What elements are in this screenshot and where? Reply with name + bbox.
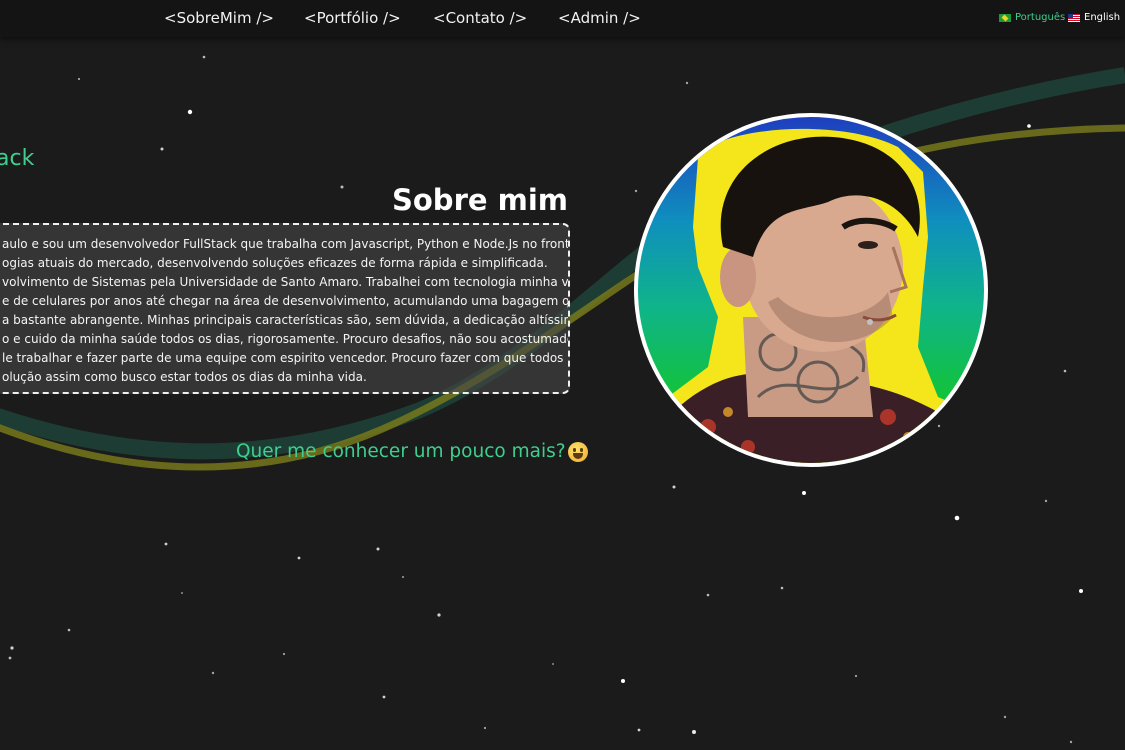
about-line: o e cuido da minha saúde todos os dias, … [2, 332, 570, 346]
profile-portrait-illustration [658, 128, 984, 463]
grinning-face-icon [567, 441, 588, 462]
about-title: Sobre mim [392, 183, 569, 217]
brazil-flag-icon [999, 13, 1011, 22]
know-more-text: Quer me conhecer um pouco mais? [236, 441, 566, 462]
about-line: e de celulares por anos até chegar na ár… [2, 294, 570, 308]
about-line: aulo e sou um desenvolvedor FullStack qu… [2, 237, 570, 251]
hero-stack-text: ack [0, 146, 35, 171]
profile-avatar [634, 113, 988, 467]
language-option-english[interactable]: English [1068, 12, 1120, 23]
nav-link-contato[interactable]: <Contato /> [433, 9, 527, 27]
nav-link-sobre-mim[interactable]: <SobreMim /> [164, 9, 274, 27]
about-line: olução assim como busco estar todos os d… [2, 370, 367, 384]
about-line: volvimento de Sistemas pela Universidade… [2, 275, 570, 289]
language-label-english: English [1084, 12, 1121, 23]
top-navbar: <SobreMim /> <Portfólio /> <Contato /> <… [0, 0, 1125, 37]
know-more-link[interactable]: Quer me conhecer um pouco mais? [236, 441, 588, 462]
nav-link-admin[interactable]: <Admin /> [558, 9, 641, 27]
about-line: ogias atuais do mercado, desenvolvendo s… [2, 256, 548, 270]
about-card: aulo e sou um desenvolvedor FullStack qu… [0, 223, 570, 394]
language-label-portuguese: Português [1015, 12, 1066, 23]
about-line: le trabalhar e fazer parte de uma equipe… [2, 351, 570, 365]
us-flag-icon [1068, 13, 1080, 22]
language-option-portuguese[interactable]: Português [999, 12, 1065, 23]
about-line: a bastante abrangente. Minhas principais… [2, 313, 570, 327]
nav-link-portfolio[interactable]: <Portfólio /> [304, 9, 401, 27]
